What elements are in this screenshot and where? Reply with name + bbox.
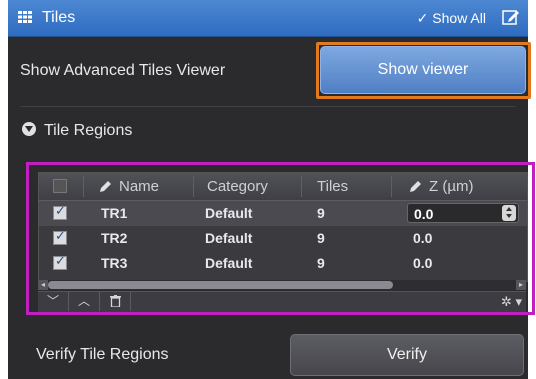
panel-title: Tiles <box>42 9 76 26</box>
tiles-grid-icon <box>18 11 32 23</box>
collapse-arrow-icon <box>22 122 36 136</box>
tile-regions-section-header[interactable]: Tile Regions <box>22 122 132 140</box>
section-title: Tile Regions <box>44 122 133 139</box>
verify-tile-regions-label: Verify Tile Regions <box>36 346 169 363</box>
advanced-viewer-label: Show Advanced Tiles Viewer <box>20 62 226 79</box>
section-divider <box>20 106 516 107</box>
panel-title-bar[interactable]: Tiles ✓ Show All <box>8 0 528 37</box>
show-all-label: Show All <box>432 10 486 26</box>
highlight-box-magenta <box>26 162 535 315</box>
verify-button[interactable]: Verify <box>290 334 524 376</box>
checkmark-icon: ✓ <box>416 10 429 26</box>
show-all-toggle[interactable]: ✓ Show All <box>417 10 486 27</box>
show-viewer-button[interactable]: Show viewer <box>320 46 526 94</box>
tiles-panel: Tiles ✓ Show All Show Advanced Tiles View… <box>8 0 535 379</box>
edit-panel-icon[interactable] <box>502 8 520 26</box>
